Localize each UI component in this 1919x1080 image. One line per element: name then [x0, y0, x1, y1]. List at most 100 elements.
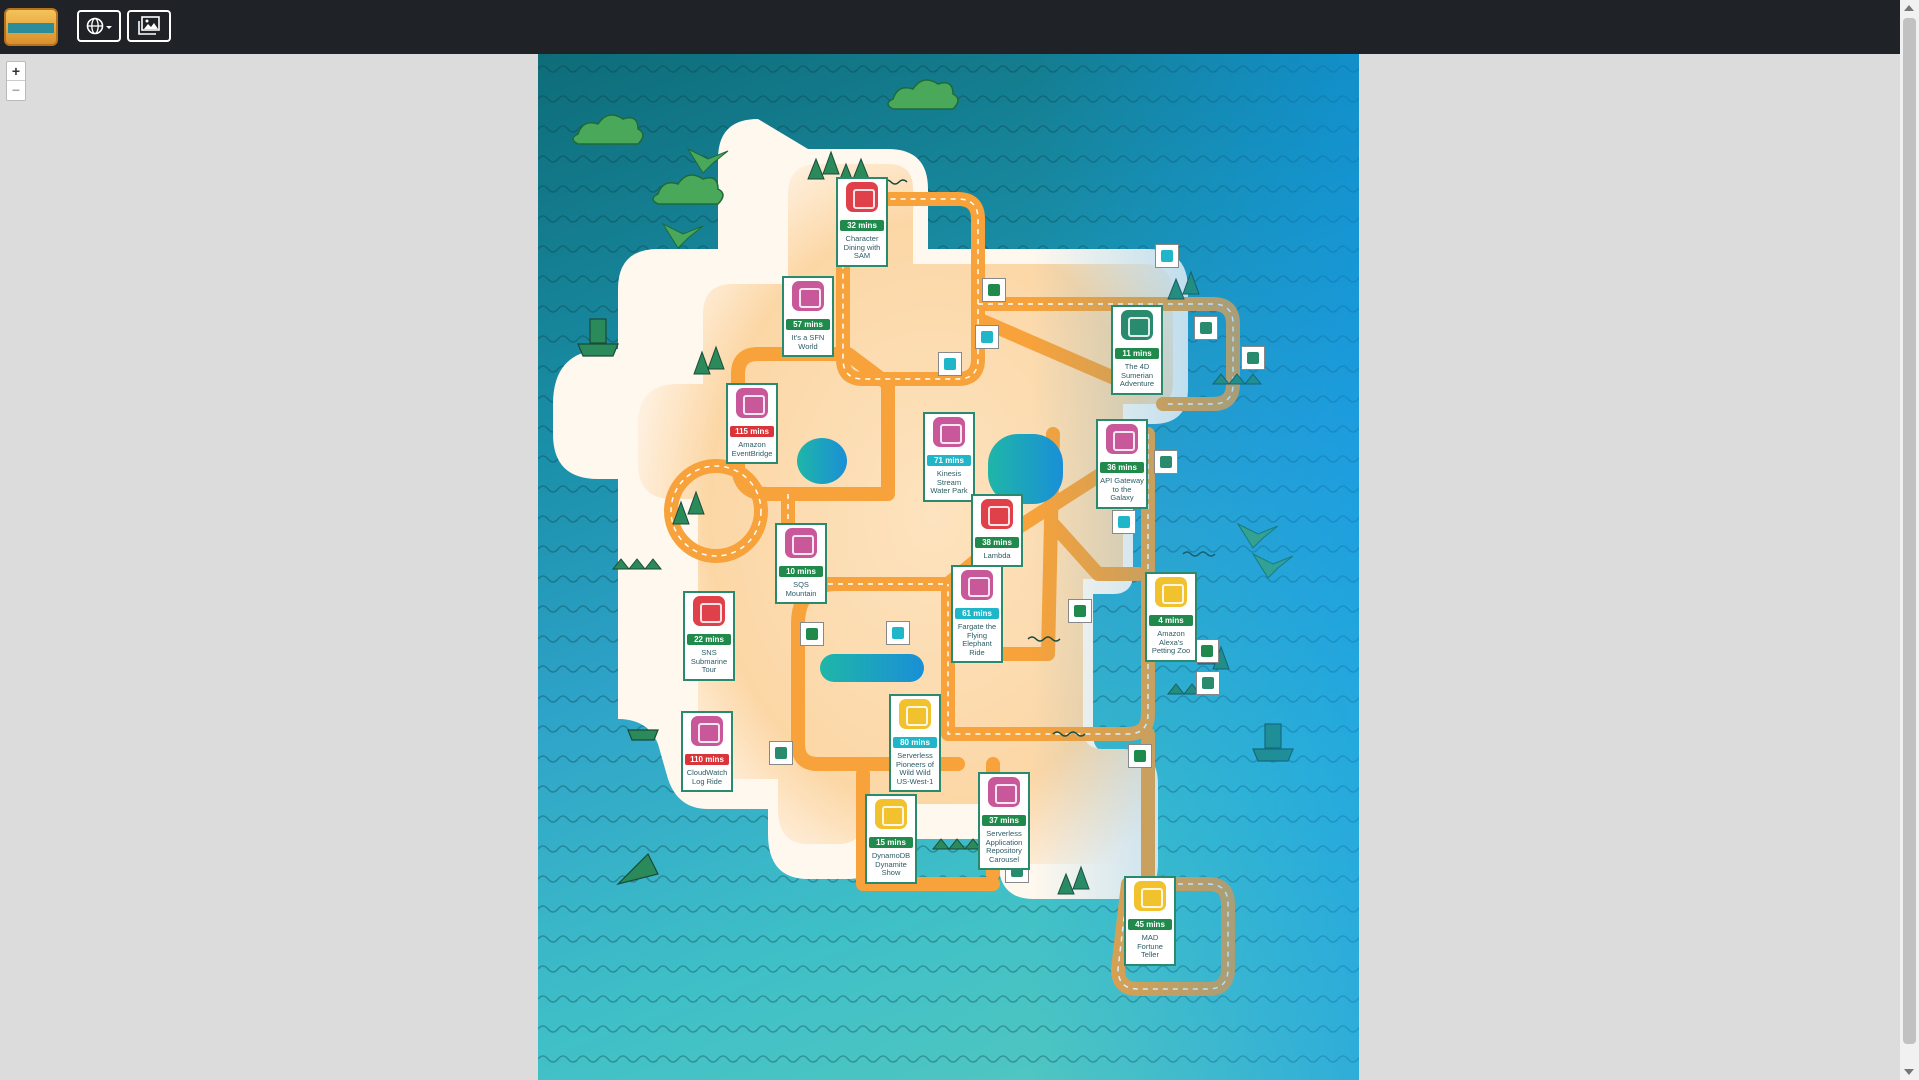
- ride-name: DynamoDB Dynamite Show: [871, 851, 911, 877]
- wait-time-badge: 57 mins: [786, 319, 830, 330]
- food-icon[interactable]: [1195, 639, 1219, 663]
- wait-time-badge: 37 mins: [982, 815, 1026, 826]
- food-marker: [988, 284, 1000, 296]
- park-logo[interactable]: [4, 8, 58, 46]
- wait-time-badge: 10 mins: [779, 566, 823, 577]
- shop-icon[interactable]: [886, 621, 910, 645]
- bridge-icon: [736, 388, 768, 418]
- ride-name: Amazon Alexa's Petting Zoo: [1151, 629, 1191, 655]
- ride-card[interactable]: 110 mins CloudWatch Log Ride: [681, 711, 733, 792]
- wheelchair-icon[interactable]: [975, 325, 999, 349]
- ride-name: Character Dining with SAM: [843, 234, 881, 260]
- shop-icon[interactable]: [1112, 510, 1136, 534]
- wait-time-badge: 32 mins: [840, 220, 884, 231]
- ride-name: Fargate the Flying Elephant Ride: [957, 622, 997, 657]
- wait-time-badge: 71 mins: [927, 455, 971, 466]
- food-marker: [1074, 605, 1086, 617]
- ride-name: Serverless Pioneers of Wild Wild US-West…: [896, 751, 934, 786]
- elephant-icon: [961, 570, 993, 600]
- ride-card[interactable]: 32 mins Character Dining with SAM: [836, 177, 888, 267]
- ride-card[interactable]: 37 mins Serverless Application Repository…: [978, 772, 1030, 870]
- castle-icon: [792, 281, 824, 311]
- food-marker: [1134, 750, 1146, 762]
- shop-marker: [944, 358, 956, 370]
- zoom-in-button[interactable]: +: [7, 62, 25, 80]
- restroom-icon[interactable]: [1241, 346, 1265, 370]
- globe-icon: [86, 17, 112, 35]
- wait-time-badge: 80 mins: [893, 737, 937, 748]
- island-map-graphic: [538, 54, 1359, 1080]
- ride-name: MAD Fortune Teller: [1137, 933, 1163, 959]
- rocket-icon: [1106, 424, 1138, 454]
- shop-icon[interactable]: [938, 352, 962, 376]
- wait-time-badge: 115 mins: [730, 426, 774, 437]
- crystal-ball-icon: [1134, 881, 1166, 911]
- scroll-down-arrow-icon[interactable]: [1904, 1069, 1914, 1075]
- page-scrollbar[interactable]: [1900, 0, 1919, 1080]
- wait-time-badge: 4 mins: [1149, 615, 1193, 626]
- top-toolbar: [0, 0, 1900, 54]
- food-marker: [806, 628, 818, 640]
- first-aid-marker: [1200, 322, 1212, 334]
- restroom-icon[interactable]: [769, 741, 793, 765]
- shop-marker: [892, 627, 904, 639]
- ride-card[interactable]: 45 mins MAD Fortune Teller: [1124, 876, 1176, 966]
- ride-name: Kinesis Stream Water Park: [930, 469, 968, 495]
- first-aid-icon[interactable]: [1194, 316, 1218, 340]
- wait-time-badge: 110 mins: [685, 754, 729, 765]
- food-icon[interactable]: [1128, 744, 1152, 768]
- robot-icon: [846, 182, 878, 212]
- ride-card[interactable]: 15 mins DynamoDB Dynamite Show: [865, 794, 917, 884]
- ride-name: API Gateway to the Galaxy: [1100, 476, 1144, 502]
- wait-time-badge: 61 mins: [955, 608, 999, 619]
- gallery-button[interactable]: [127, 10, 171, 42]
- ride-card[interactable]: 10 mins SQS Mountain: [775, 523, 827, 604]
- zoom-out-button[interactable]: −: [7, 80, 25, 99]
- zoom-control: + −: [6, 61, 26, 101]
- ride-card[interactable]: 61 mins Fargate the Flying Elephant Ride: [951, 565, 1003, 663]
- wait-time-badge: 45 mins: [1128, 919, 1172, 930]
- food-marker: [1201, 645, 1213, 657]
- theater-icon: [1121, 310, 1153, 340]
- zoo-icon: [1155, 577, 1187, 607]
- ride-card[interactable]: 22 mins SNS Submarine Tour: [683, 591, 735, 681]
- ride-card[interactable]: 71 mins Kinesis Stream Water Park: [923, 412, 975, 502]
- wait-time-badge: 22 mins: [687, 634, 731, 645]
- food-icon[interactable]: [1068, 599, 1092, 623]
- ride-card[interactable]: 4 mins Amazon Alexa's Petting Zoo: [1145, 572, 1197, 662]
- wait-time-badge: 11 mins: [1115, 348, 1159, 359]
- ride-name: It's a SFN World: [791, 333, 825, 351]
- restroom-marker: [1247, 352, 1259, 364]
- mountain-icon: [785, 528, 817, 558]
- ride-card[interactable]: 38 mins Lambda: [971, 494, 1023, 567]
- ride-name: CloudWatch Log Ride: [686, 768, 728, 786]
- food-icon[interactable]: [800, 622, 824, 646]
- waterpark-icon: [933, 417, 965, 447]
- ride-name: Lambda: [983, 551, 1011, 560]
- ride-card[interactable]: 115 mins Amazon EventBridge: [726, 383, 778, 464]
- submarine-icon: [693, 596, 725, 626]
- wait-time-badge: 38 mins: [975, 537, 1019, 548]
- ride-card[interactable]: 36 mins API Gateway to the Galaxy: [1096, 419, 1148, 509]
- log-ride-icon: [691, 716, 723, 746]
- shop-icon[interactable]: [1155, 244, 1179, 268]
- shop-marker: [1161, 250, 1173, 262]
- carousel-icon: [988, 777, 1020, 807]
- coaster-icon: [981, 499, 1013, 529]
- ride-card[interactable]: 57 mins It's a SFN World: [782, 276, 834, 357]
- restroom-icon[interactable]: [1196, 671, 1220, 695]
- language-button[interactable]: [77, 10, 121, 42]
- food-icon[interactable]: [982, 278, 1006, 302]
- scroll-up-arrow-icon[interactable]: [1904, 5, 1914, 11]
- ride-card[interactable]: 11 mins The 4D Sumerian Adventure: [1111, 305, 1163, 395]
- ride-card[interactable]: 80 mins Serverless Pioneers of Wild Wild …: [889, 694, 941, 792]
- ride-name: Amazon EventBridge: [731, 440, 773, 458]
- photo-gallery-icon: [138, 16, 160, 35]
- shop-marker: [1118, 516, 1130, 528]
- restroom-marker: [775, 747, 787, 759]
- scroll-thumb[interactable]: [1903, 18, 1916, 1044]
- park-map[interactable]: 32 mins Character Dining with SAM 57 mins I…: [538, 54, 1359, 1080]
- restroom-marker: [1160, 456, 1172, 468]
- restroom-icon[interactable]: [1154, 450, 1178, 474]
- ride-name: SQS Mountain: [785, 580, 817, 598]
